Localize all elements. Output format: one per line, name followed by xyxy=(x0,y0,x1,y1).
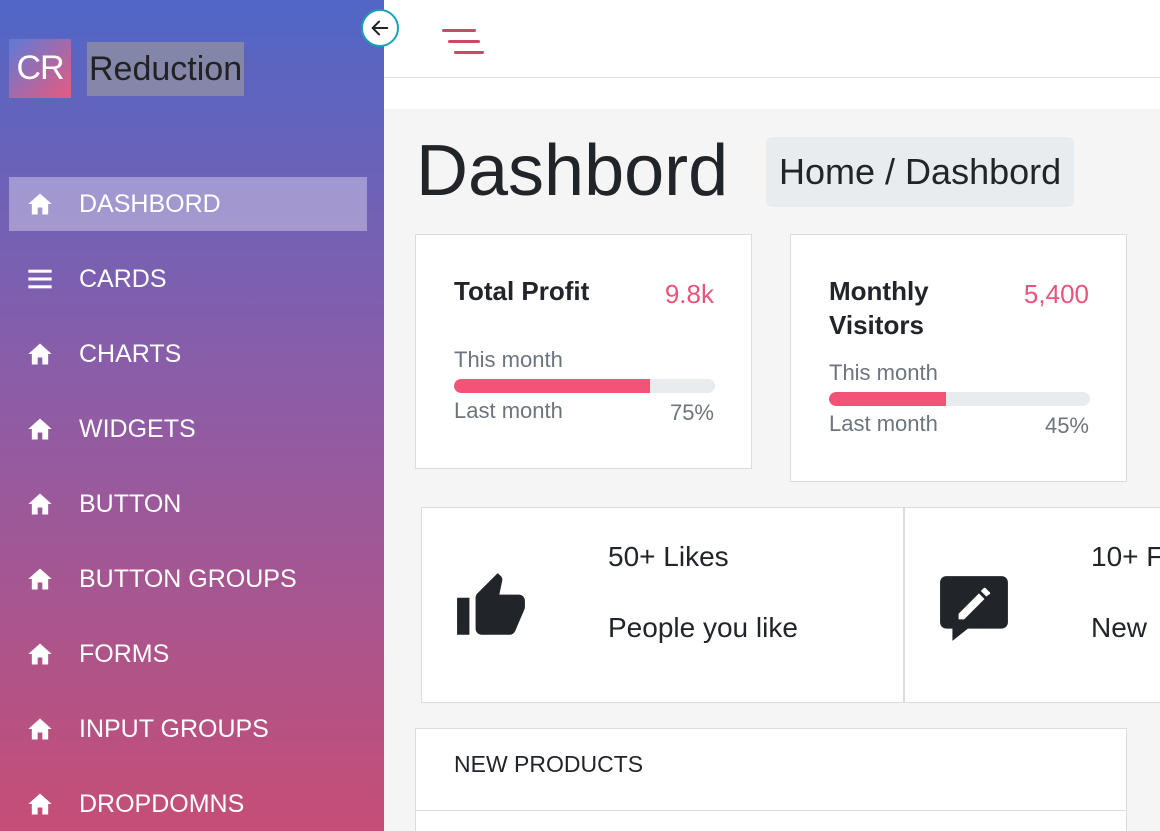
sidebar-item-cards[interactable]: CARDS xyxy=(9,252,367,306)
progress-fill xyxy=(454,379,650,393)
progress-percent: 45% xyxy=(1044,413,1089,438)
last-month-label: Last month xyxy=(454,398,563,423)
sidebar-item-label: BUTTON GROUPS xyxy=(79,564,297,593)
breadcrumb-current: Dashbord xyxy=(905,151,1062,192)
hamburger-icon[interactable] xyxy=(442,27,486,57)
home-icon xyxy=(9,640,71,668)
feature-subtitle: People you like xyxy=(608,612,798,643)
this-month-label: This month xyxy=(829,360,938,385)
feature-title: 10+ F xyxy=(1091,541,1160,572)
stat-value: 5,400 xyxy=(1023,279,1089,309)
sidebar-item-dashbord[interactable]: DASHBORD xyxy=(9,177,367,231)
sidebar-item-label: CHARTS xyxy=(79,339,182,368)
sidebar-item-forms[interactable]: FORMS xyxy=(9,627,367,681)
progress-bar xyxy=(454,379,715,393)
sidebar-collapse-button[interactable] xyxy=(361,9,399,47)
sidebar-item-button[interactable]: BUTTON xyxy=(9,477,367,531)
sidebar-nav: DASHBORD CARDS CHARTS WIDGETS BUTTON BUT… xyxy=(9,177,367,831)
breadcrumb-home-link[interactable]: Home xyxy=(779,137,875,207)
top-header xyxy=(384,0,1160,78)
progress-fill xyxy=(829,392,947,406)
brand-name: Reduction xyxy=(87,41,245,96)
sidebar-item-label: BUTTON xyxy=(79,489,182,518)
sidebar-item-dropdowns[interactable]: DROPDOMNS xyxy=(9,777,367,831)
feature-title: 50+ Likes xyxy=(608,541,729,572)
sidebar-item-label: INPUT GROUPS xyxy=(79,714,269,743)
home-icon xyxy=(9,340,71,368)
sidebar-item-label: CARDS xyxy=(79,264,167,293)
this-month-label: This month xyxy=(454,347,563,372)
sidebar-item-label: WIDGETS xyxy=(79,414,196,443)
header-spacer xyxy=(384,78,1160,109)
stat-title: Total Profit xyxy=(454,276,590,306)
new-products-card: NEW PRODUCTS xyxy=(415,728,1127,831)
home-icon xyxy=(9,715,71,743)
sidebar-item-charts[interactable]: CHARTS xyxy=(9,327,367,381)
page-title: Dashbord xyxy=(416,131,729,211)
sidebar-item-button-groups[interactable]: BUTTON GROUPS xyxy=(9,552,367,606)
feature-card-likes: 50+ Likes People you like xyxy=(421,507,904,703)
thumbs-up-icon xyxy=(457,573,525,635)
sidebar: CR Reduction DASHBORD CARDS CHARTS WIDGE… xyxy=(0,0,384,831)
home-icon xyxy=(9,565,71,593)
home-icon xyxy=(9,790,71,818)
home-icon xyxy=(9,415,71,443)
stat-card-monthly-visitors: Monthly Visitors 5,400 This month Last m… xyxy=(790,234,1127,482)
stat-card-total-profit: Total Profit 9.8k This month Last month … xyxy=(415,234,752,469)
breadcrumb-separator: / xyxy=(885,151,896,192)
sidebar-item-label: FORMS xyxy=(79,639,170,668)
new-products-title: NEW PRODUCTS xyxy=(416,729,1126,811)
progress-percent: 75% xyxy=(669,400,714,425)
sidebar-item-label: DASHBORD xyxy=(79,189,221,218)
sidebar-item-widgets[interactable]: WIDGETS xyxy=(9,402,367,456)
home-icon xyxy=(9,490,71,518)
brand[interactable]: CR Reduction xyxy=(9,39,245,98)
arrow-left-icon xyxy=(371,20,389,36)
sidebar-item-label: DROPDOMNS xyxy=(79,789,245,818)
stat-value: 9.8k xyxy=(664,279,714,309)
list-icon xyxy=(9,265,71,293)
feature-subtitle: New xyxy=(1091,612,1148,643)
home-icon xyxy=(9,190,71,218)
stat-title: Monthly Visitors xyxy=(829,276,929,340)
sidebar-item-input-groups[interactable]: INPUT GROUPS xyxy=(9,702,367,756)
progress-bar xyxy=(829,392,1090,406)
last-month-label: Last month xyxy=(829,411,938,436)
brand-logo: CR xyxy=(9,39,71,98)
breadcrumb: Home / Dashbord xyxy=(766,137,1075,207)
comment-edit-icon xyxy=(940,576,1008,641)
feature-card-new: 10+ F New xyxy=(904,507,1160,703)
